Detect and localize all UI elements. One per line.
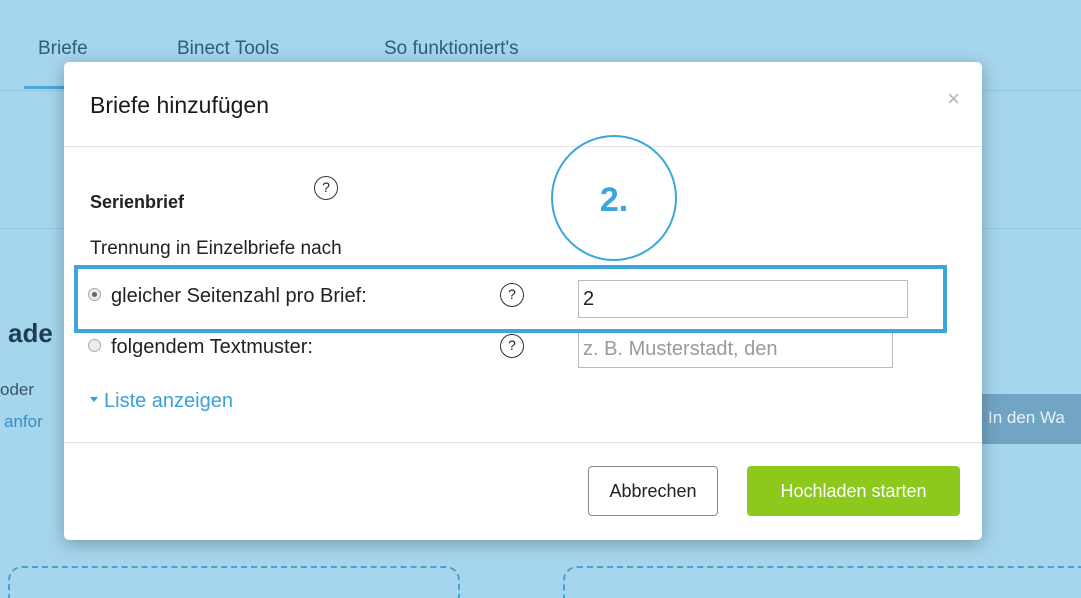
help-icon-serienbrief[interactable]: ?	[314, 176, 338, 200]
show-list-link[interactable]: Liste anzeigen	[90, 390, 233, 413]
cancel-button[interactable]: Abbrechen	[588, 466, 718, 516]
dialog-footer-divider	[64, 442, 982, 443]
section-title-serienbrief: Serienbrief	[90, 192, 185, 212]
background-queue-button[interactable]: In den Wa	[976, 394, 1081, 444]
dialog-header-divider	[64, 146, 982, 147]
text-pattern-input[interactable]	[578, 330, 893, 368]
close-icon[interactable]: ×	[947, 86, 960, 112]
dialog-title: Briefe hinzufügen	[90, 92, 270, 118]
tab-so-funktionierts[interactable]: So funktioniert's	[384, 38, 519, 60]
option-text-pattern-label: folgendem Textmuster:	[111, 336, 313, 358]
tab-briefe[interactable]: Briefe	[38, 38, 88, 60]
background-text: oder	[0, 380, 35, 399]
option-text-pattern[interactable]: folgendem Textmuster:	[88, 336, 313, 359]
highlight-frame	[74, 265, 947, 333]
upload-drop-zone-right[interactable]	[563, 566, 1081, 598]
help-icon-text-pattern[interactable]: ?	[500, 334, 524, 358]
caret-down-icon	[90, 397, 98, 403]
upload-drop-zone-left[interactable]	[8, 566, 460, 598]
background-link[interactable]: anfor	[4, 412, 43, 432]
radio-text-pattern[interactable]	[88, 339, 101, 353]
start-upload-button[interactable]: Hochladen starten	[747, 466, 960, 516]
tab-binect-tools[interactable]: Binect Tools	[177, 38, 279, 60]
show-list-label: Liste anzeigen	[104, 390, 233, 412]
background-heading: ade	[8, 318, 53, 348]
split-label: Trennung in Einzelbriefe nach	[90, 238, 342, 259]
step-number-badge: 2.	[551, 135, 677, 261]
